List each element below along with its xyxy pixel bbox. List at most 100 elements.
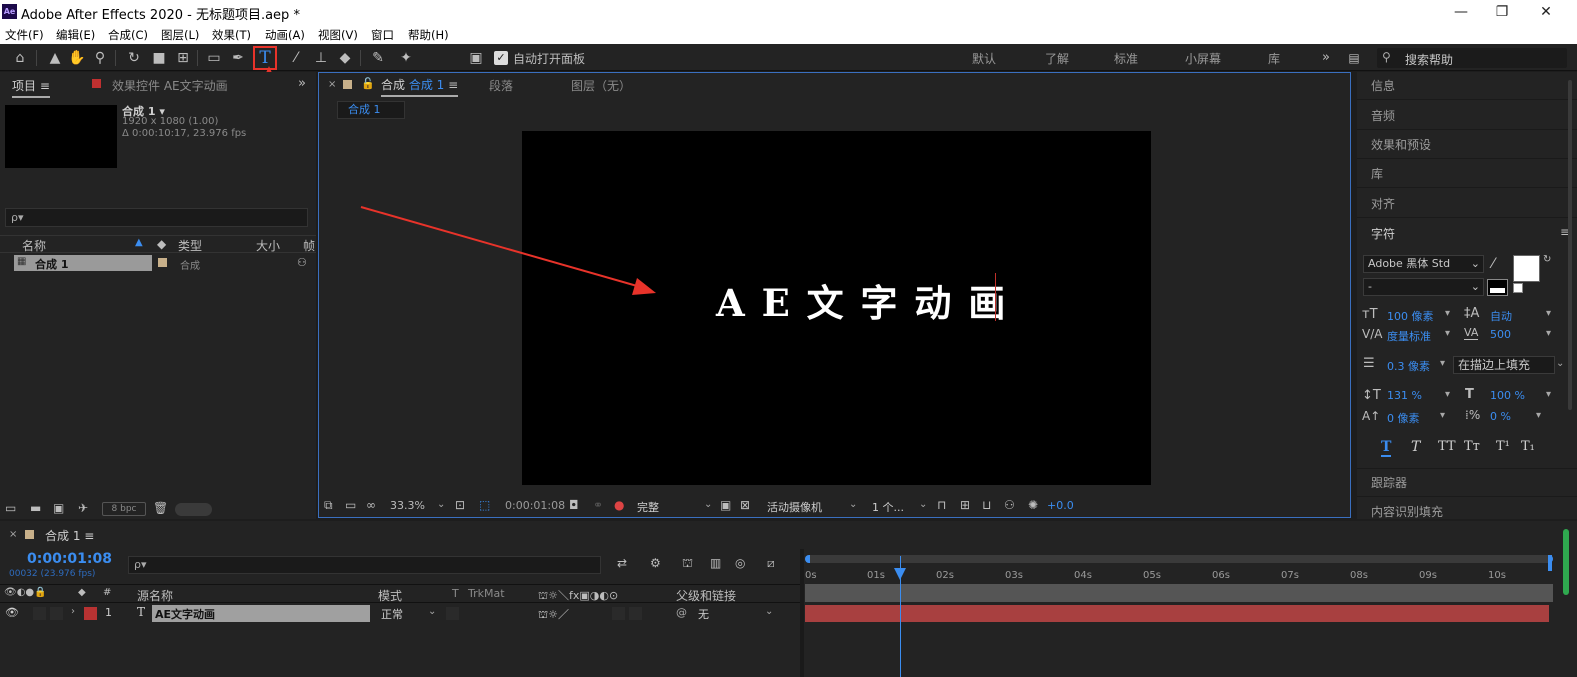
navigator-bar[interactable] bbox=[805, 584, 1553, 602]
layer-switches[interactable]: ⛫☼／ bbox=[538, 606, 569, 623]
camera-select[interactable]: 活动摄像机 bbox=[767, 499, 822, 515]
work-area-end-marker[interactable] bbox=[1548, 555, 1552, 571]
menu-effect[interactable]: 效果(T) bbox=[212, 27, 251, 43]
always-preview-icon[interactable]: ⧉ bbox=[324, 498, 333, 513]
tab-effect-controls[interactable]: 效果控件 AE文字动画 bbox=[112, 77, 228, 94]
font-style-select[interactable]: - ⌄ bbox=[1363, 278, 1484, 296]
bit-depth-button[interactable]: 8 bpc bbox=[102, 502, 146, 516]
region-icon[interactable]: ▣ bbox=[720, 498, 731, 512]
graph-editor-icon[interactable]: ⧄ bbox=[767, 556, 775, 571]
shy-layers-icon[interactable]: ⛫ bbox=[682, 556, 693, 572]
fill-color-swatch[interactable] bbox=[1513, 255, 1540, 282]
layer-row[interactable]: 👁 › 1 T AE文字动画 正常 ⌄ ⛫☼／ @ 无 ⌄ bbox=[0, 604, 800, 623]
tab-layer[interactable]: 图层（无） bbox=[571, 77, 631, 94]
stroke-color-swatch[interactable] bbox=[1487, 279, 1508, 296]
views-select[interactable]: 1 个... bbox=[872, 499, 904, 515]
search-help-input[interactable]: 搜索帮助 bbox=[1405, 51, 1453, 68]
search-help-field[interactable]: ⚲ 搜索帮助 bbox=[1377, 48, 1567, 68]
pick-whip-icon[interactable]: @ bbox=[676, 606, 687, 619]
parent-dropdown-icon[interactable]: ⌄ bbox=[765, 606, 773, 617]
camera-dropdown-icon[interactable]: ⌄ bbox=[849, 499, 857, 510]
project-search-input[interactable]: ρ▾ bbox=[5, 208, 308, 227]
tracking-value[interactable]: 500 bbox=[1490, 328, 1511, 341]
work-area-bar[interactable] bbox=[805, 555, 1553, 563]
stroke-mode-select[interactable]: 在描边上填充 bbox=[1453, 356, 1555, 374]
menu-help[interactable]: 帮助(H) bbox=[408, 27, 449, 43]
fit-icon[interactable]: ⊡ bbox=[455, 498, 465, 512]
panel-info[interactable]: 信息 bbox=[1371, 77, 1395, 94]
show-snapshot-icon[interactable]: ⚭ bbox=[593, 498, 603, 512]
tsume-dropdown-icon[interactable]: ▾ bbox=[1536, 410, 1541, 421]
leading-value[interactable]: 自动 bbox=[1490, 308, 1512, 324]
flowchart-icon[interactable]: ⚇ bbox=[297, 256, 307, 269]
workspace-small-screen[interactable]: 小屏幕 bbox=[1185, 50, 1221, 67]
blend-mode-dropdown-icon[interactable]: ⌄ bbox=[428, 606, 436, 617]
interpret-footage-icon[interactable]: ▭ bbox=[5, 501, 16, 515]
faux-italic-button[interactable]: T bbox=[1411, 439, 1420, 455]
subscript-button[interactable]: T₁ bbox=[1521, 439, 1535, 454]
solo-toggle[interactable] bbox=[33, 607, 46, 620]
col-parent-link[interactable]: 父级和链接 bbox=[676, 587, 736, 604]
expand-layer-icon[interactable]: › bbox=[71, 606, 75, 617]
playhead-handle[interactable] bbox=[894, 568, 906, 580]
font-family-select[interactable]: Adobe 黑体 Std ⌄ bbox=[1363, 255, 1484, 273]
layer-label-color[interactable] bbox=[84, 607, 97, 620]
stroke-width-dropdown-icon[interactable]: ▾ bbox=[1440, 358, 1445, 369]
sync-settings-icon[interactable]: ▤ bbox=[1344, 48, 1364, 68]
draft-3d-icon[interactable]: ⚙ bbox=[650, 556, 661, 570]
lock-icon[interactable]: 🔓 bbox=[361, 77, 375, 90]
panel-content-aware-fill[interactable]: 内容识别填充 bbox=[1371, 503, 1443, 520]
panel-overflow-icon[interactable]: » bbox=[298, 76, 306, 91]
clone-stamp-tool-icon[interactable]: ⊥ bbox=[311, 48, 331, 68]
stroke-width-value[interactable]: 0.3 像素 bbox=[1387, 358, 1430, 374]
snapshot-icon[interactable]: ◘ bbox=[569, 498, 579, 512]
vertical-scale-value[interactable]: 131 % bbox=[1387, 389, 1422, 402]
col-source-name[interactable]: 源名称 bbox=[137, 587, 173, 604]
superscript-button[interactable]: T¹ bbox=[1496, 439, 1510, 454]
tab-project[interactable]: 项目 ≡ bbox=[12, 77, 50, 98]
panel-character-title[interactable]: 字符 bbox=[1371, 225, 1395, 242]
timeline-divider[interactable] bbox=[800, 549, 804, 677]
close-tab-icon[interactable]: × bbox=[328, 79, 336, 90]
no-stroke-swatch[interactable] bbox=[1513, 283, 1523, 293]
camera-tool-icon[interactable]: ■ bbox=[149, 48, 169, 68]
time-ruler[interactable]: 0s 01s 02s 03s 04s 05s 06s 07s 08s 09s 1… bbox=[805, 554, 1553, 604]
menu-view[interactable]: 视图(V) bbox=[318, 27, 358, 43]
monitor-icon[interactable]: ▭ bbox=[345, 498, 356, 512]
workspace-learn[interactable]: 了解 bbox=[1045, 50, 1069, 67]
brush-tool-icon[interactable]: ⁄ bbox=[286, 48, 306, 68]
all-caps-button[interactable]: TT bbox=[1438, 439, 1456, 454]
timeline-search-input[interactable]: ρ▾ bbox=[128, 556, 601, 574]
table-row[interactable]: ▦ 合成 1 合成 ⚇ bbox=[0, 254, 316, 272]
rotate-tool-icon[interactable]: ↻ bbox=[124, 48, 144, 68]
exposure-value[interactable]: +0.0 bbox=[1047, 499, 1074, 512]
horizontal-scale-value[interactable]: 100 % bbox=[1490, 389, 1525, 402]
baseline-dropdown-icon[interactable]: ▾ bbox=[1440, 410, 1445, 421]
comp-canvas[interactable]: A E 文 字 动 画 bbox=[522, 131, 1151, 485]
new-folder-icon[interactable]: ▬ bbox=[30, 501, 41, 515]
col-frame[interactable]: 帧 bbox=[303, 237, 315, 254]
col-mode[interactable]: 模式 bbox=[378, 587, 402, 604]
zoom-tool-icon[interactable]: ⚲ bbox=[90, 48, 110, 68]
menu-animation[interactable]: 动画(A) bbox=[265, 27, 305, 43]
col-type[interactable]: 类型 bbox=[178, 237, 202, 254]
flow-icon[interactable]: ✈ bbox=[78, 501, 88, 515]
horizontal-scale-dropdown-icon[interactable]: ▾ bbox=[1546, 389, 1551, 400]
close-timeline-tab-icon[interactable]: × bbox=[9, 529, 17, 540]
views-dropdown-icon[interactable]: ⌄ bbox=[919, 499, 927, 510]
eraser-tool-icon[interactable]: ◆ bbox=[335, 48, 355, 68]
col-trkmat[interactable]: TrkMat bbox=[468, 587, 505, 600]
puppet-pin-tool-icon[interactable]: ✦ bbox=[396, 48, 416, 68]
stroke-mode-dropdown-icon[interactable]: ⌄ bbox=[1556, 358, 1564, 369]
layer-duration-bar[interactable] bbox=[805, 605, 1549, 622]
baseline-shift-value[interactable]: 0 像素 bbox=[1387, 410, 1420, 426]
workspace-library[interactable]: 库 bbox=[1268, 50, 1280, 67]
canvas-text[interactable]: A E 文 字 动 画 bbox=[716, 273, 1007, 327]
panel-effects-presets[interactable]: 效果和预设 bbox=[1371, 136, 1431, 153]
rectangle-tool-icon[interactable]: ▭ bbox=[204, 48, 224, 68]
right-panel-scrollbar[interactable] bbox=[1568, 80, 1572, 410]
tab-timeline-comp[interactable]: 合成 1 ≡ bbox=[45, 527, 94, 544]
workspace-overflow-icon[interactable]: » bbox=[1316, 48, 1336, 68]
menu-composition[interactable]: 合成(C) bbox=[108, 27, 148, 43]
toggle-pixel-icon[interactable]: ⊓ bbox=[937, 498, 946, 512]
